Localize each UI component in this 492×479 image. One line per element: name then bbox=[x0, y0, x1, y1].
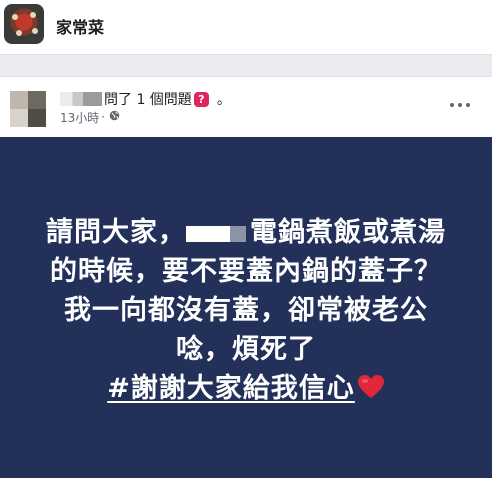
hashtag-link[interactable]: #謝謝大家給我信心 bbox=[107, 373, 355, 404]
post-line-1-end: 電鍋煮飯或煮湯 bbox=[250, 217, 446, 248]
post-line-4: 唸，煩死了 bbox=[176, 334, 316, 365]
group-name[interactable]: 家常菜 bbox=[56, 14, 104, 38]
redaction-block-grey bbox=[230, 226, 246, 242]
post-line-5: #謝謝大家給我信心 bbox=[0, 369, 492, 411]
post-meta: 13小時 · bbox=[60, 109, 120, 125]
globe-icon bbox=[109, 110, 120, 124]
red-heart-icon bbox=[357, 372, 385, 411]
meta-separator: · bbox=[101, 110, 106, 124]
post-line-3: 我一向都沒有蓋，卻常被老公 bbox=[64, 295, 428, 326]
author-name-redacted[interactable] bbox=[60, 92, 102, 106]
group-avatar[interactable] bbox=[4, 4, 44, 44]
post-text: 請問大家， 電鍋煮飯或煮湯 的時候，要不要蓋內鍋的蓋子？ 我一向都沒有蓋，卻常被老… bbox=[0, 213, 492, 411]
group-header: 家常菜 bbox=[0, 0, 492, 55]
post-line-2: 的時候，要不要蓋內鍋的蓋子？ bbox=[50, 256, 442, 287]
post-action-text: 問了 1 個問題 bbox=[104, 92, 192, 108]
post-background: 請問大家， 電鍋煮飯或煮湯 的時候，要不要蓋內鍋的蓋子？ 我一向都沒有蓋，卻常被老… bbox=[0, 137, 492, 478]
post-timestamp[interactable]: 13小時 bbox=[60, 109, 99, 126]
post-header-line: 問了 1 個問題 ? 。 bbox=[60, 89, 231, 109]
post-line-1: 請問大家， 電鍋煮飯或煮湯 bbox=[0, 213, 492, 252]
more-options-button[interactable] bbox=[450, 95, 470, 115]
question-icon: ? bbox=[193, 91, 209, 107]
redaction-block bbox=[186, 226, 230, 242]
post-action-trailing: 。 bbox=[216, 92, 231, 108]
post-line-1-start: 請問大家， bbox=[46, 217, 186, 248]
more-icon bbox=[450, 103, 454, 107]
author-avatar[interactable] bbox=[10, 91, 46, 127]
